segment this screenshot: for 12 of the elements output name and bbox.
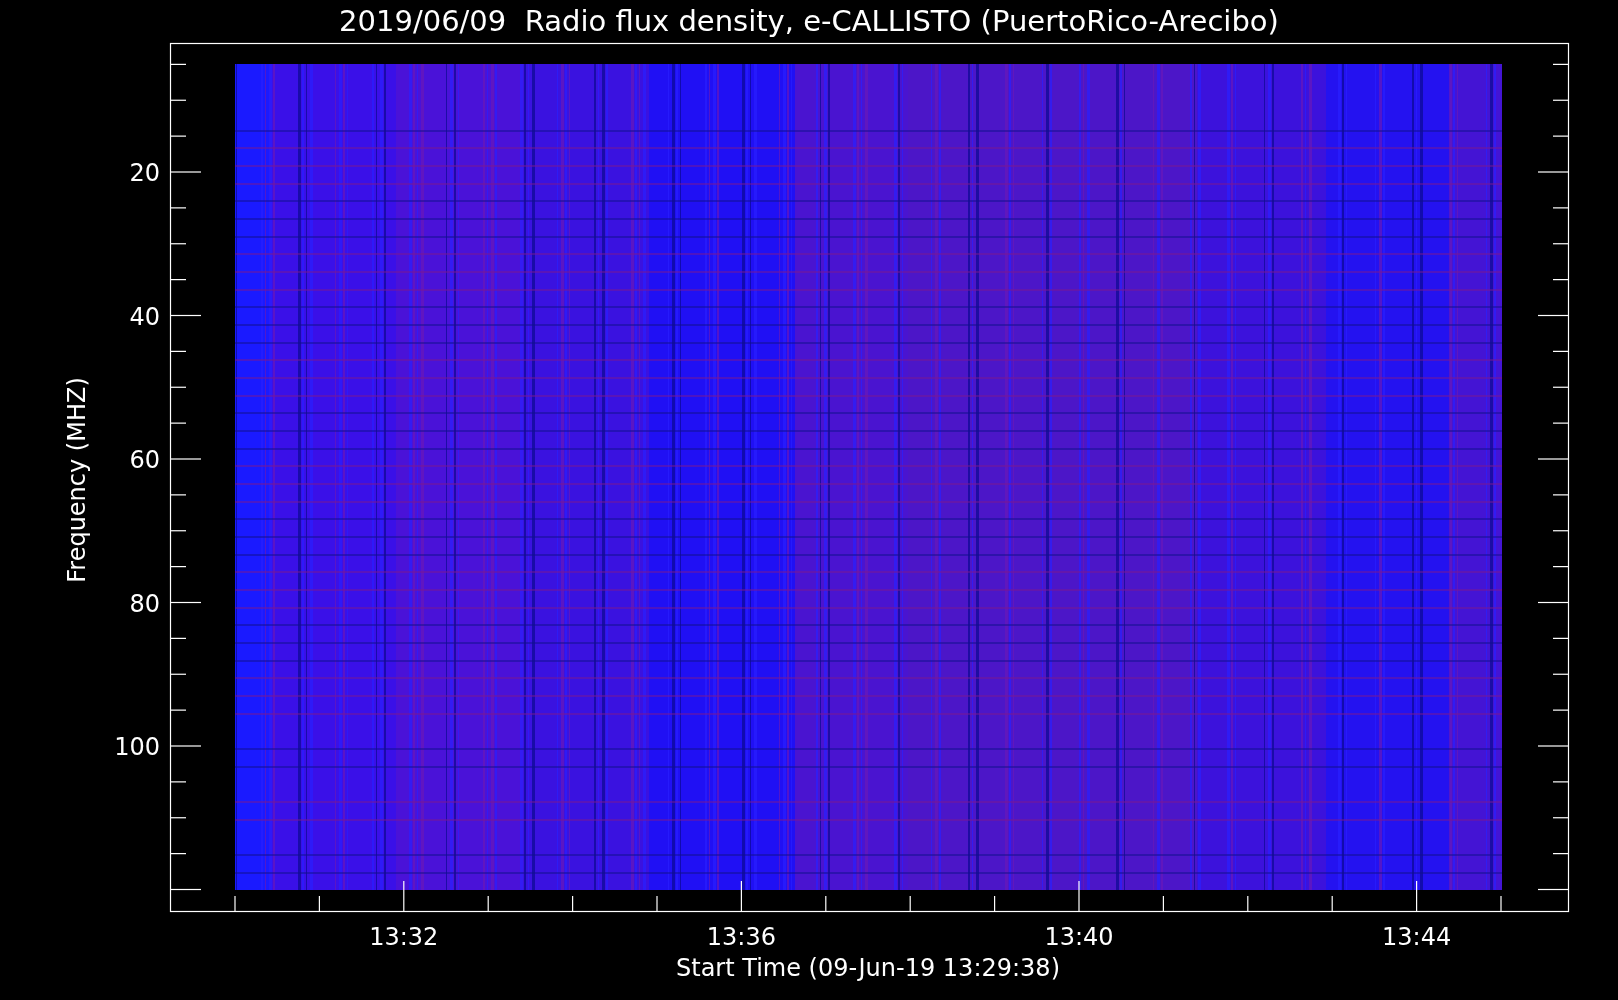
x-axis-label: Start Time (09-Jun-19 13:29:38) (676, 954, 1060, 982)
y-tick-label: 100 (114, 733, 160, 761)
y-tick-label: 20 (129, 159, 160, 187)
y-axis-label: Frequency (MHZ) (63, 377, 91, 583)
y-tick-label: 40 (129, 302, 160, 331)
chart-title: 2019/06/09 Radio flux density, e-CALLISTO (PuertoRico-Arecibo) (339, 4, 1279, 38)
x-tick-label: 13:32 (369, 923, 439, 951)
x-tick-label: 13:40 (1044, 923, 1114, 951)
x-tick-label: 13:36 (706, 923, 776, 951)
y-tick-label: 80 (129, 589, 160, 618)
x-tick-label: 13:44 (1382, 923, 1452, 951)
y-tick-label: 60 (129, 446, 160, 474)
